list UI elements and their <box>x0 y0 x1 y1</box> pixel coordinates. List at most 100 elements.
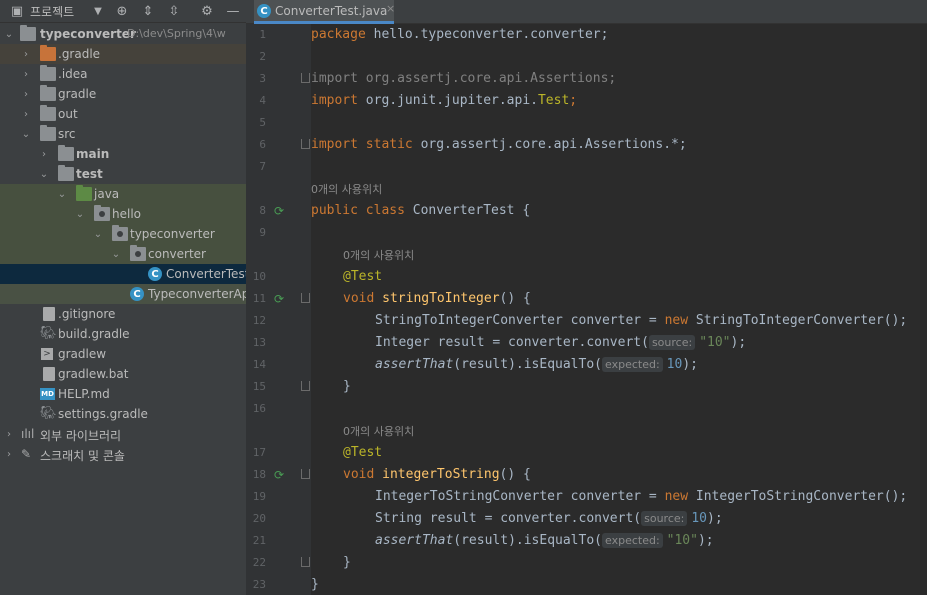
token-keyword: import static <box>311 137 413 152</box>
usage-hint[interactable]: 0개의 사용위치 <box>343 247 414 263</box>
line-number: 6 <box>259 138 266 151</box>
token-static-method: assertThat <box>375 533 454 548</box>
tree-item-scratches[interactable]: › ✎ 스크래치 및 콘솔 <box>0 444 246 464</box>
fold-icon[interactable] <box>301 293 310 303</box>
chevron-down-icon[interactable]: ⌄ <box>92 228 104 240</box>
folder-icon <box>40 65 56 81</box>
run-test-icon[interactable]: ⟳ <box>274 468 288 482</box>
tree-item-converter[interactable]: ⌄ converter <box>0 244 246 264</box>
line-number: 21 <box>252 534 266 547</box>
line-number: 11 <box>252 292 266 305</box>
param-hint: source: <box>648 335 696 350</box>
usage-hint[interactable]: 0개의 사용위치 <box>311 181 382 197</box>
tree-item-out[interactable]: › out <box>0 104 246 124</box>
tree-item-label: .gitignore <box>58 307 116 321</box>
fold-icon[interactable] <box>301 381 310 391</box>
project-toolbar: ▣ 프로젝트 ▼ ⊕ ⇕ ⇳ ⚙ — <box>0 0 246 23</box>
code-line-18: void integerToString() { <box>343 464 531 486</box>
gradle-icon: 🐘︎ <box>40 406 57 421</box>
token-keyword: void <box>343 291 375 306</box>
tree-item-java[interactable]: ⌄ java <box>0 184 246 204</box>
token-text: ); <box>697 533 714 548</box>
locate-icon[interactable]: ⊕ <box>114 3 130 19</box>
java-class-icon: C <box>257 4 271 18</box>
tree-item-src[interactable]: ⌄ src <box>0 124 246 144</box>
chevron-down-icon[interactable]: ⌄ <box>20 128 32 140</box>
tree-item-gradle[interactable]: › gradle <box>0 84 246 104</box>
usage-hint[interactable]: 0개의 사용위치 <box>343 423 414 439</box>
fold-icon[interactable] <box>301 139 310 149</box>
code-line-15: } <box>343 376 351 398</box>
chevron-down-icon[interactable]: ⌄ <box>38 168 50 180</box>
line-number: 18 <box>252 468 266 481</box>
tree-item-typeconverterapp[interactable]: C TypeconverterApp <box>0 284 246 304</box>
tree-item-label: 스크래치 및 콘솔 <box>40 449 125 463</box>
tree-item-gitignore[interactable]: .gitignore <box>0 304 246 324</box>
tree-item-gradlew-bat[interactable]: gradlew.bat <box>0 364 246 384</box>
tree-item-label: src <box>58 127 76 141</box>
tab-convertertest[interactable]: C ConverterTest.java × <box>254 0 395 24</box>
tree-item-typeconverter-package[interactable]: ⌄ typeconverter <box>0 224 246 244</box>
gradle-icon: 🐘︎ <box>40 326 57 341</box>
package-icon <box>130 245 146 261</box>
editor-tab-bar: C ConverterTest.java × <box>246 0 927 24</box>
tree-item-settings-gradle[interactable]: 🐘︎ settings.gradle <box>0 404 246 424</box>
token-text: ); <box>730 335 747 350</box>
tree-item-build-gradle[interactable]: 🐘︎ build.gradle <box>0 324 246 344</box>
chevron-right-icon[interactable]: › <box>20 48 32 60</box>
chevron-right-icon[interactable]: › <box>3 448 15 460</box>
project-path: D:\dev\Spring\4\w <box>127 27 226 40</box>
chevron-right-icon[interactable]: › <box>3 428 15 440</box>
panel-title[interactable]: 프로젝트 <box>30 3 74 20</box>
chevron-right-icon[interactable]: › <box>20 68 32 80</box>
tree-item-idea[interactable]: › .idea <box>0 64 246 84</box>
hide-icon[interactable]: — <box>225 3 241 19</box>
close-icon[interactable]: × <box>386 2 395 15</box>
gear-icon[interactable]: ⚙ <box>199 3 215 19</box>
code-line-12: StringToIntegerConverter converter = new… <box>375 310 907 332</box>
fold-icon[interactable] <box>301 73 310 83</box>
tree-item-help-md[interactable]: MD HELP.md <box>0 384 246 404</box>
code-line-6: import static org.assertj.core.api.Asser… <box>311 134 687 156</box>
tree-item-gradlew[interactable]: > gradlew <box>0 344 246 364</box>
fold-icon[interactable] <box>301 557 310 567</box>
folder-icon <box>58 165 74 181</box>
chevron-down-icon[interactable]: ▼ <box>90 3 106 19</box>
tree-item-gradle-dir[interactable]: › .gradle <box>0 44 246 64</box>
code-line-19: IntegerToStringConverter converter = new… <box>375 486 907 508</box>
folder-icon <box>40 85 56 101</box>
code-line-22: } <box>343 552 351 574</box>
chevron-right-icon[interactable]: › <box>20 88 32 100</box>
tree-item-label: java <box>94 187 120 201</box>
tree-item-test[interactable]: ⌄ test <box>0 164 246 184</box>
chevron-right-icon[interactable]: › <box>38 148 50 160</box>
collapse-all-icon[interactable]: ⇳ <box>166 3 182 19</box>
run-test-icon[interactable]: ⟳ <box>274 204 288 218</box>
chevron-right-icon[interactable]: › <box>20 108 32 120</box>
token-annotation: @Test <box>343 445 383 460</box>
chevron-down-icon[interactable]: ⌄ <box>74 208 86 220</box>
param-hint: expected: <box>602 357 663 372</box>
tree-item-label: typeconverter <box>40 27 136 41</box>
package-icon <box>112 225 128 241</box>
tree-item-external-libraries[interactable]: › ılıl 외부 라이브러리 <box>0 424 246 444</box>
code-area[interactable]: package hello.typeconverter.converter; i… <box>311 24 927 595</box>
tree-item-convertertest[interactable]: C ConverterTest <box>0 264 246 284</box>
token-text: ConverterTest { <box>404 203 531 218</box>
line-number: 1 <box>259 28 266 41</box>
chevron-down-icon[interactable]: ⌄ <box>110 248 122 260</box>
tree-item-main[interactable]: › main <box>0 144 246 164</box>
chevron-down-icon[interactable]: ⌄ <box>3 28 15 40</box>
run-test-icon[interactable]: ⟳ <box>274 292 288 306</box>
library-icon: ılıl <box>21 427 35 441</box>
fold-icon[interactable] <box>301 469 310 479</box>
token-number: 10 <box>666 357 683 372</box>
chevron-down-icon[interactable]: ⌄ <box>56 188 68 200</box>
tree-item-root[interactable]: ⌄ typeconverter D:\dev\Spring\4\w <box>0 24 246 44</box>
line-number: 2 <box>259 50 266 63</box>
expand-all-icon[interactable]: ⇕ <box>140 3 156 19</box>
tree-item-label: 외부 라이브러리 <box>40 429 122 443</box>
line-number: 23 <box>252 578 266 591</box>
editor-gutter: 1 2 3 4 5 6 7 8 9 10 11 12 13 14 15 16 1… <box>246 24 311 595</box>
tree-item-hello[interactable]: ⌄ hello <box>0 204 246 224</box>
